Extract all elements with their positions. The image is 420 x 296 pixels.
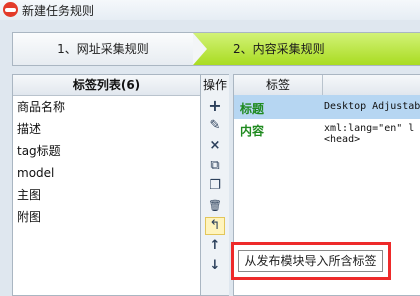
tag-list-item[interactable]: 附图 <box>13 206 200 228</box>
title-bar: 新建任务规则 <box>0 0 420 20</box>
plus-icon[interactable]: + <box>205 97 225 115</box>
trash-icon[interactable]: 🗑 <box>205 197 225 215</box>
import-icon[interactable]: ↰ <box>205 217 225 235</box>
wizard-step-content-rules[interactable]: 2、内容采集规则 <box>193 33 420 65</box>
operations-panel: 操作 + ✎ × ⧉ ❐ 🗑 ↰ ↑ ↓ <box>201 74 229 296</box>
move-up-icon[interactable]: ↑ <box>205 237 225 255</box>
tag-list-item[interactable]: model <box>13 162 200 184</box>
tag-list-item[interactable]: 商品名称 <box>13 96 200 118</box>
import-tooltip: 从发布模块导入所含标签 <box>238 250 383 272</box>
app-logo-icon <box>3 2 18 17</box>
row-tag-content: xml:lang="en" l <head> <box>324 123 415 145</box>
tag-list-item[interactable]: tag标题 <box>13 140 200 162</box>
tag-list-item[interactable]: 描述 <box>13 118 200 140</box>
tag-list-header: 标签列表(6) <box>13 75 200 96</box>
table-row[interactable]: 内容 xml:lang="en" l <head> <box>234 119 420 159</box>
step-notch <box>193 33 207 65</box>
delete-icon[interactable]: × <box>205 137 225 155</box>
copy-icon[interactable]: ⧉ <box>205 157 225 175</box>
wizard-steps: 1、网址采集规则 2、内容采集规则 <box>12 32 420 66</box>
table-row[interactable]: 标题 Desktop Adjustab <box>234 95 420 119</box>
row-tag-name: 内容 <box>240 124 265 138</box>
tag-list-panel: 标签列表(6) 商品名称 描述 tag标题 model 主图 附图 <box>12 74 201 296</box>
operations-header: 操作 <box>202 78 227 92</box>
edit-icon[interactable]: ✎ <box>205 117 225 135</box>
paste-icon[interactable]: ❐ <box>205 177 225 195</box>
row-tag-content: Desktop Adjustab <box>324 101 420 112</box>
tag-list-item[interactable]: 主图 <box>13 184 200 206</box>
window-title: 新建任务规则 <box>22 4 95 18</box>
wizard-step-url-rules[interactable]: 1、网址采集规则 <box>13 33 193 65</box>
row-tag-name: 标题 <box>240 102 265 116</box>
move-down-icon[interactable]: ↓ <box>205 257 225 275</box>
grid-column-tag[interactable]: 标签 <box>234 75 323 95</box>
grid-header: 标签 <box>234 75 420 96</box>
